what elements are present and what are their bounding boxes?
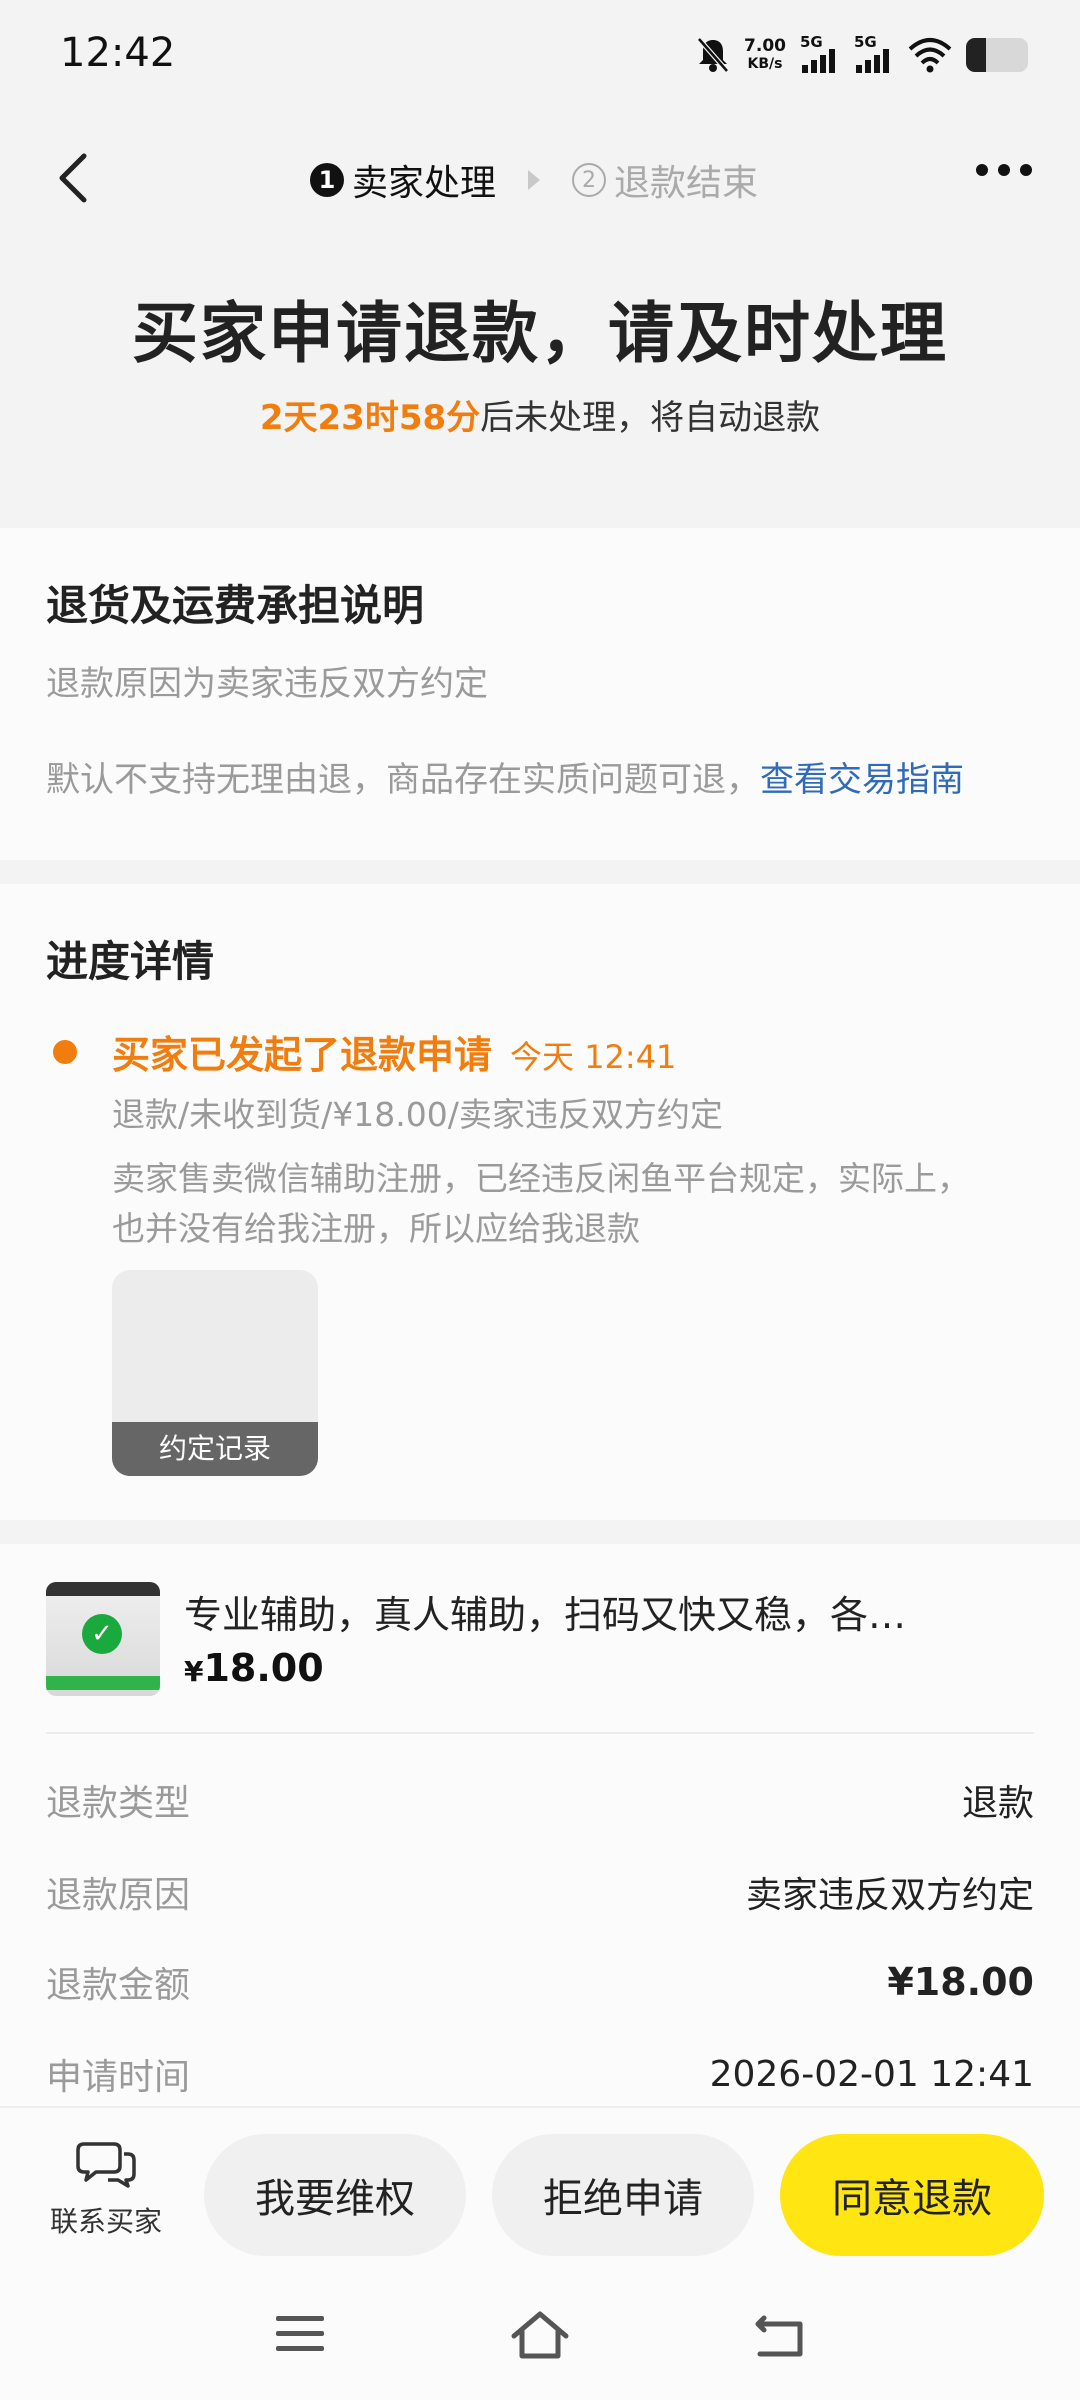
bottom-action-bar: 联系买家 我要维权 拒绝申请 同意退款 [0,2106,1080,2278]
net-speed-value: 7.00 [744,36,786,56]
step1-label: 卖家处理 [352,163,497,204]
return-explanation-card: 退货及运费承担说明 退款原因为卖家违反双方约定 默认不支持无理由退，商品存在实质… [0,528,1080,860]
event-time: 今天 12:41 [510,1038,677,1076]
timeline-dot [53,1040,77,1064]
net-speed-unit: KB/s [747,56,783,72]
net-speed: 7.00 KB/s [744,37,786,73]
explanation-title: 退货及运费承担说明 [46,581,425,630]
battery-icon [966,38,1028,72]
apply-time-label: 申请时间 [46,2057,191,2098]
countdown-suffix: 后未处理，将自动退款 [480,398,821,438]
row-apply-time: 申请时间 2026-02-01 12:41 [46,2044,1034,2104]
refund-summary: 退款/未收到货/¥18.00/卖家违反双方约定 [112,1095,723,1134]
event-label: 买家已发起了退款申请 [112,1033,493,1077]
check-icon: ✓ [82,1614,122,1654]
row-refund-reason: 退款原因 卖家违反双方约定 [46,1862,1034,1922]
wifi-icon [908,38,952,73]
back-icon[interactable] [752,2310,808,2362]
title-section: 买家申请退款，请及时处理 2天23时58分后未处理，将自动退款 [0,238,1080,504]
apply-time-value: 2026-02-01 12:41 [709,2053,1034,2095]
explanation-reason: 退款原因为卖家违反双方约定 [46,664,488,704]
home-icon[interactable] [508,2308,572,2364]
timeline-event: 买家已发起了退款申请 今天 12:41 [112,1024,676,1079]
refund-reason-label: 退款原因 [46,1875,191,1916]
status-time: 12:42 [60,30,176,76]
step2-label: 退款结束 [614,163,759,204]
refund-type-value: 退款 [961,1783,1034,1824]
progress-details-card: 进度详情 买家已发起了退款申请 今天 12:41 退款/未收到货/¥18.00/… [0,884,1080,1520]
mute-bell-icon [697,37,729,73]
page-title: 买家申请退款，请及时处理 [132,295,948,372]
countdown-timer: 2天23时58分 [259,398,481,438]
refund-details-card: ✓ 专业辅助，真人辅助，扫码又快又稳，各… ¥18.00 退款类型 退款 退款原… [0,1544,1080,2106]
countdown-text: 2天23时58分后未处理，将自动退款 [0,390,1080,439]
product-price: ¥18.00 [184,1646,324,1690]
refund-amount-value: ¥18.00 [887,1960,1034,2004]
row-refund-type: 退款类型 退款 [46,1770,1034,1830]
reject-request-button[interactable]: 拒绝申请 [492,2134,754,2256]
attachment-thumbnail[interactable]: 约定记录 [112,1270,318,1476]
trade-guide-link[interactable]: 查看交易指南 [760,760,964,800]
step-refund-finished: 2 退款结束 [572,154,758,206]
divider [46,1732,1034,1734]
product-title[interactable]: 专业辅助，真人辅助，扫码又快又稳，各… [184,1584,954,1639]
row-refund-amount: 退款金额 ¥18.00 [46,1952,1034,2012]
step-arrow-icon [528,170,541,190]
agree-refund-button[interactable]: 同意退款 [780,2134,1044,2256]
refund-type-label: 退款类型 [46,1783,191,1824]
step1-number: 1 [310,163,344,197]
contact-buyer-label: 联系买家 [49,2205,162,2238]
chat-bubble-icon [76,2142,136,2188]
top-nav: 1 卖家处理 2 退款结束 [0,118,1080,238]
signal-icon: 5G [800,33,840,73]
more-options-icon[interactable] [976,164,1032,176]
back-arrow-icon[interactable] [48,148,104,208]
signal-icon-2: 5G [854,33,894,73]
step2-number: 2 [572,163,607,197]
status-bar: 12:42 7.00 KB/s 5G 5G [0,0,1080,118]
battery-fill [966,38,986,72]
menu-icon[interactable] [276,2316,324,2361]
progress-steps: 1 卖家处理 2 退款结束 [310,154,758,206]
explanation-policy: 默认不支持无理由退，商品存在实质问题可退，查看交易指南 [46,752,964,801]
price-value: 18.00 [203,1646,324,1690]
refund-description: 卖家售卖微信辅助注册，已经违反闲鱼平台规定，实际上，也并没有给我注册，所以应给我… [112,1159,970,1248]
system-nav-bar [0,2278,1080,2400]
rights-protection-button[interactable]: 我要维权 [204,2134,466,2256]
step-seller-processing: 1 卖家处理 [310,154,496,206]
contact-buyer-button[interactable]: 联系买家 [36,2138,176,2240]
product-image[interactable]: ✓ [46,1582,160,1696]
attachment-label: 约定记录 [112,1422,318,1476]
status-icons: 7.00 KB/s 5G 5G [696,33,1028,74]
policy-text: 默认不支持无理由退，商品存在实质问题可退， [46,760,760,800]
sim1-label: 5G [800,33,823,51]
progress-title: 进度详情 [46,937,215,986]
refund-amount-label: 退款金额 [46,1965,191,2006]
refund-reason-value: 卖家违反双方约定 [745,1875,1034,1916]
price-symbol: ¥ [184,1655,204,1688]
sim2-label: 5G [854,33,877,51]
